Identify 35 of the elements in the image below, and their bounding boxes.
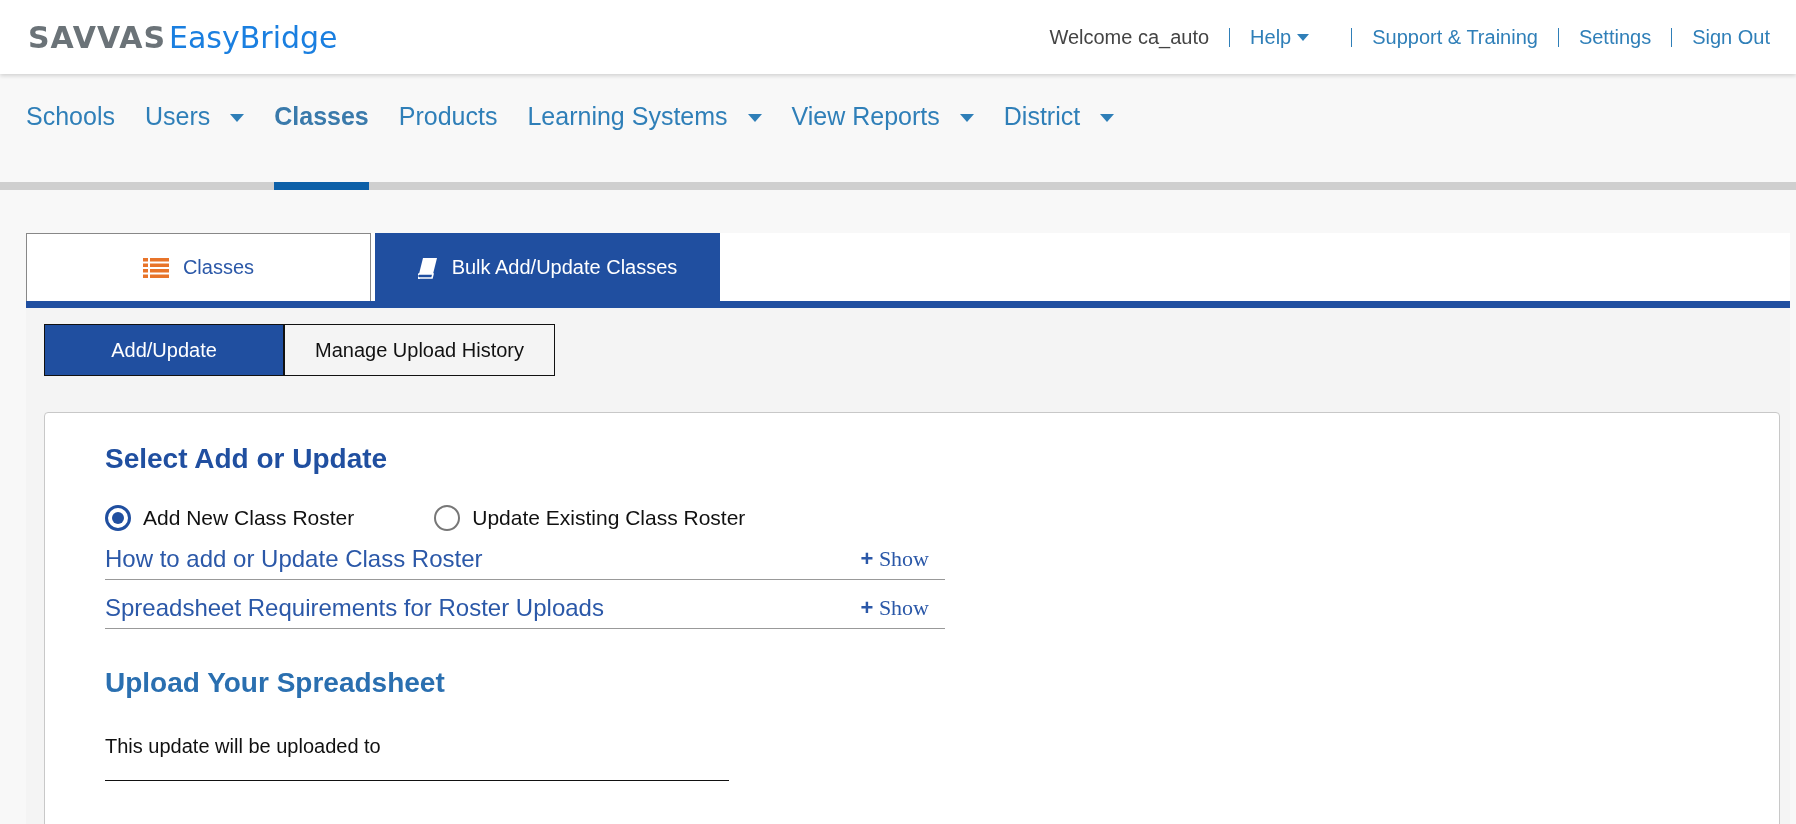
tab[interactable]: Bulk Add/Update Classes — [375, 233, 720, 301]
accordion-title[interactable]: How to add or Update Class Roster — [105, 545, 483, 573]
show-toggle[interactable]: + Show — [860, 595, 929, 621]
welcome-text: Welcome ca_auto — [1049, 25, 1210, 49]
radio-button[interactable] — [105, 505, 131, 531]
section-heading: Select Add or Update — [105, 443, 389, 475]
caret-icon — [1297, 33, 1310, 41]
tab[interactable]: Classes — [26, 233, 371, 301]
nav-item[interactable]: Products — [398, 74, 498, 190]
nav-item[interactable]: Classes — [274, 74, 369, 190]
caret-icon — [1100, 114, 1115, 122]
radio-button[interactable] — [434, 505, 461, 531]
radio-label[interactable]: Update Existing Class Roster — [472, 506, 746, 530]
caret-icon — [230, 114, 245, 122]
nav-item[interactable]: District — [1003, 74, 1115, 190]
list-icon — [142, 257, 169, 278]
radio-label[interactable]: Add New Class Roster — [143, 506, 355, 530]
caret-icon — [959, 114, 974, 122]
savvas-easybridge-logo: SAVVAS EasyBridge — [28, 19, 338, 55]
nav-item[interactable]: View Reports — [791, 74, 974, 190]
caret-icon — [747, 114, 762, 122]
header-link[interactable]: Settings — [1578, 25, 1652, 49]
show-toggle[interactable]: + Show — [860, 546, 929, 572]
section-heading: Upload Your Spreadsheet — [105, 667, 446, 699]
nav-item[interactable]: Users — [144, 74, 245, 190]
subtab[interactable]: Add/Update — [44, 324, 284, 376]
header-link[interactable]: Help — [1250, 25, 1332, 49]
nav-item[interactable]: Learning Systems — [527, 74, 762, 190]
upload-label: This update will be uploaded to — [105, 735, 382, 758]
nav-item[interactable]: Schools — [26, 74, 115, 190]
book-icon — [417, 256, 438, 279]
subtab[interactable]: Manage Upload History — [284, 324, 555, 376]
header-link[interactable]: Support & Training — [1372, 25, 1538, 49]
accordion-title[interactable]: Spreadsheet Requirements for Roster Uploads — [105, 594, 604, 622]
header-link[interactable]: Sign Out — [1692, 25, 1770, 49]
